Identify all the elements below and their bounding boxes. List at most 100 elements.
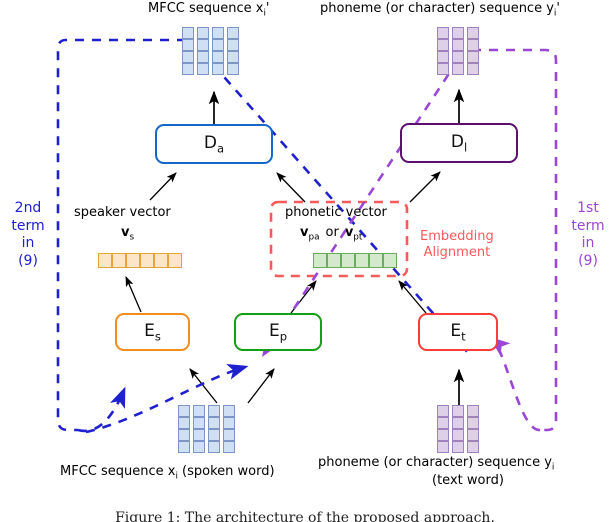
block-cell	[208, 405, 220, 417]
block-cell	[467, 429, 479, 441]
second-term-label: 2nd term in (9)	[4, 200, 52, 270]
module-decoder-audio-sub: a	[217, 141, 225, 156]
block-cell	[197, 39, 209, 51]
speaker-vector-symbol: vs	[121, 225, 135, 243]
phonetic-vector-label: phonetic vector	[285, 205, 387, 220]
bar-cell	[98, 253, 112, 268]
bar-cell	[140, 253, 154, 268]
phoneme-output-label-post: '	[556, 1, 560, 16]
block-cell	[227, 27, 239, 39]
phoneme-output-blocks	[437, 27, 479, 75]
diagram-connections-layer	[56, 38, 558, 434]
module-encoder-phonetic-name: E	[268, 320, 280, 341]
block-cell	[452, 405, 464, 417]
second-term-line1: 2nd	[14, 200, 42, 216]
block-cell	[208, 429, 220, 441]
block-cell	[467, 27, 479, 39]
block-cell	[178, 429, 190, 441]
phonetic-vector-symbol-2-sub: pt	[353, 232, 363, 243]
block-cell	[197, 27, 209, 39]
block-cell	[178, 405, 190, 417]
block-cell	[437, 429, 449, 441]
module-encoder-speaker[interactable]: Es	[115, 313, 190, 351]
block-column	[182, 27, 194, 75]
embedding-alignment-line1: Embedding	[420, 229, 494, 244]
block-cell	[437, 27, 449, 39]
block-cell	[223, 417, 235, 429]
module-decoder-language[interactable]: Dl	[400, 123, 518, 163]
bar-cell	[369, 253, 383, 268]
block-cell	[437, 441, 449, 453]
block-cell	[178, 417, 190, 429]
mfcc-input-blocks	[178, 405, 235, 453]
bar-cell	[313, 253, 327, 268]
block-cell	[182, 39, 194, 51]
module-encoder-text-name: E	[450, 320, 462, 341]
mfcc-input-label-pre: MFCC sequence x	[60, 464, 176, 479]
second-term-line4: (9)	[18, 252, 38, 269]
bar-cell	[126, 253, 140, 268]
block-column	[223, 405, 235, 453]
mfcc-input-label-post: (spoken word)	[177, 464, 275, 479]
block-cell	[467, 405, 479, 417]
block-column	[193, 405, 205, 453]
arrow-phonetic-vector-to-decoder-language	[409, 171, 441, 203]
phonetic-vector-symbol-1-sub: pa	[308, 232, 320, 243]
phoneme-input-blocks	[437, 405, 479, 453]
embedding-alignment-label: Embedding Alignment	[420, 229, 494, 260]
block-cell	[437, 51, 449, 63]
bar-cell	[112, 253, 126, 268]
module-decoder-language-name: D	[450, 131, 464, 152]
module-decoder-audio[interactable]: Da	[155, 124, 273, 164]
block-cell	[452, 27, 464, 39]
bar-cell	[341, 253, 355, 268]
block-cell	[193, 417, 205, 429]
block-cell	[208, 441, 220, 453]
mfcc-input-label: MFCC sequence xi (spoken word)	[60, 464, 275, 482]
arrow-speaker-vector-to-decoder-audio	[149, 172, 177, 201]
block-cell	[452, 417, 464, 429]
block-cell	[223, 441, 235, 453]
block-column	[452, 27, 464, 75]
arrow-mfcc-in-to-encoder-speaker	[189, 368, 218, 404]
block-cell	[467, 417, 479, 429]
blue-dashed-loop-second-term	[56, 38, 249, 434]
block-cell	[437, 417, 449, 429]
block-cell	[452, 429, 464, 441]
block-column	[437, 405, 449, 453]
figure-caption: Figure 1: The architecture of the propos…	[115, 510, 495, 522]
block-column	[208, 405, 220, 453]
module-decoder-language-sub: l	[463, 140, 468, 155]
phonetic-vector-symbols: vpa or vpt	[300, 225, 363, 243]
block-cell	[452, 39, 464, 51]
module-encoder-text[interactable]: Et	[418, 313, 498, 351]
block-cell	[197, 63, 209, 75]
second-term-line3: in	[21, 235, 35, 251]
block-cell	[452, 441, 464, 453]
speaker-vector-bar	[98, 253, 182, 268]
module-encoder-phonetic[interactable]: Ep	[234, 313, 322, 351]
block-cell	[178, 441, 190, 453]
block-column	[212, 27, 224, 75]
bar-cell	[355, 253, 369, 268]
block-cell	[182, 63, 194, 75]
block-cell	[182, 27, 194, 39]
module-encoder-speaker-name: E	[144, 320, 155, 341]
block-cell	[452, 51, 464, 63]
phoneme-input-label-sub: i	[551, 462, 555, 473]
figure-architecture-diagram: MFCC sequence x i ' phoneme (or character)…	[0, 0, 610, 522]
block-cell	[212, 63, 224, 75]
phoneme-output-label: phoneme (or character) sequence yi'	[320, 1, 560, 19]
speaker-vector-label: speaker vector	[74, 205, 171, 220]
arrow-encoder-text-to-phonetic-vector	[398, 280, 427, 314]
phoneme-input-label-pre: phoneme (or character) sequence y	[318, 455, 552, 470]
first-term-label: 1st term in (9)	[566, 200, 610, 270]
speaker-vector-symbol-sub: s	[129, 232, 135, 243]
phonetic-vector-bar	[313, 253, 397, 268]
module-encoder-text-sub: t	[461, 329, 466, 344]
bar-cell	[327, 253, 341, 268]
arrow-encoder-speaker-to-speaker-vector	[125, 276, 142, 313]
block-cell	[193, 429, 205, 441]
phoneme-input-label: phoneme (or character) sequence yi	[318, 455, 555, 473]
block-cell	[452, 63, 464, 75]
